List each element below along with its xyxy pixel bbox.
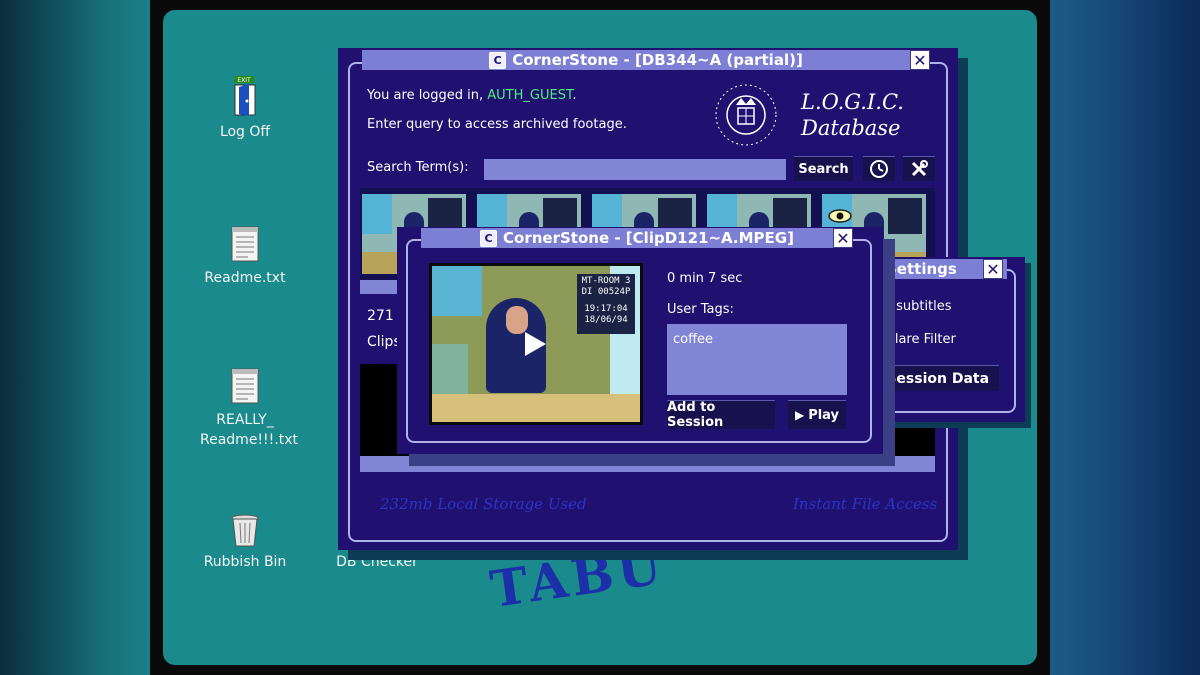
username: AUTH_GUEST xyxy=(487,88,573,103)
clip-window: C CornerStone - [ClipD121~A.MPEG] ✕ MT-R… xyxy=(397,227,883,454)
desktop-icon-label: DB Checker xyxy=(336,554,418,570)
video-wall xyxy=(432,344,468,396)
desktop-icon-label: Rubbish Bin xyxy=(203,554,287,570)
desktop-icon-really-readme[interactable]: REALLY_ Readme!!!.txt xyxy=(190,366,300,450)
cornerstone-logo-icon: C xyxy=(480,229,498,247)
settings-option-antiglare[interactable]: i-Glare Filter xyxy=(876,332,956,347)
access-status: Instant File Access xyxy=(793,495,938,513)
play-button-label: Play xyxy=(808,407,840,423)
desktop-icon-label: Readme.txt xyxy=(204,270,286,286)
play-icon: ▶ xyxy=(794,408,805,422)
settings-close-button[interactable]: ✕ xyxy=(983,259,1003,279)
video-preview[interactable]: MT-ROOM 3 DI 00524P 19:17:04 18/06/94 xyxy=(429,263,643,425)
clip-window-titlebar[interactable]: C CornerStone - [ClipD121~A.MPEG] xyxy=(421,228,853,248)
play-overlay-icon[interactable] xyxy=(522,330,548,358)
clip-list-bar xyxy=(360,456,935,472)
desktop-icon-log-off[interactable]: EXIT Log Off xyxy=(190,74,300,142)
video-date-label: 18/06/94 xyxy=(584,315,628,325)
search-label: Search Term(s): xyxy=(367,160,469,175)
logo-subtitle: Database xyxy=(801,116,901,140)
video-time-label: 19:17:04 xyxy=(584,304,628,314)
video-table xyxy=(432,394,640,422)
eye-icon xyxy=(828,209,852,223)
login-status: You are logged in, AUTH_GUEST. xyxy=(367,88,576,103)
cornerstone-logo-icon: C xyxy=(489,51,507,69)
search-input[interactable] xyxy=(484,159,786,180)
clock-icon xyxy=(870,160,888,178)
user-tags-label: User Tags: xyxy=(667,302,734,317)
clip-window-title: CornerStone - [ClipD121~A.MPEG] xyxy=(503,229,794,247)
main-window-titlebar[interactable]: C CornerStone - [DB344~A (partial)] xyxy=(362,50,930,70)
instruction-text: Enter query to access archived footage. xyxy=(367,117,627,132)
video-room-label: MT-ROOM 3 xyxy=(581,276,631,286)
login-prefix: You are logged in, xyxy=(367,88,488,103)
desktop-icon-db-checker[interactable]: DB Checker xyxy=(322,552,432,572)
video-timestamp-overlay: MT-ROOM 3 DI 00524P 19:17:04 18/06/94 xyxy=(577,274,635,334)
desktop-icon-rubbish-bin[interactable]: Rubbish Bin xyxy=(190,512,300,572)
history-button[interactable] xyxy=(863,156,895,181)
settings-title: Settings xyxy=(886,260,957,278)
trash-bin-icon xyxy=(231,514,259,547)
text-file-icon xyxy=(231,368,259,404)
storage-status: 232mb Local Storage Used xyxy=(380,495,587,513)
settings-option-subtitles[interactable]: eo subtitles xyxy=(876,299,952,314)
exit-door-icon: EXIT xyxy=(234,76,256,116)
clips-label: Clips xyxy=(367,334,401,350)
clip-window-close-button[interactable]: ✕ xyxy=(833,228,853,248)
play-button[interactable]: ▶ Play xyxy=(788,400,846,429)
tools-button[interactable] xyxy=(903,156,935,181)
tools-icon xyxy=(911,160,928,177)
logo-title: L.O.G.I.C. xyxy=(801,90,904,114)
left-backdrop xyxy=(0,0,150,675)
right-backdrop xyxy=(1050,0,1200,675)
settings-window: Settings ✕ eo subtitles i-Glare Filter e… xyxy=(858,257,1025,422)
user-tags-input[interactable]: coffee xyxy=(667,324,847,395)
search-button[interactable]: Search xyxy=(794,156,853,181)
main-window-close-button[interactable]: ✕ xyxy=(910,50,930,70)
clip-duration: 0 min 7 sec xyxy=(667,271,743,286)
svg-text:EXIT: EXIT xyxy=(237,77,251,84)
video-id-label: DI 00524P xyxy=(581,287,631,297)
text-file-icon xyxy=(231,226,259,262)
desktop-icon-label: REALLY_ Readme!!!.txt xyxy=(200,412,298,448)
constabulary-seal-icon xyxy=(715,84,777,146)
add-to-session-button[interactable]: Add to Session xyxy=(667,400,775,430)
video-window-pane xyxy=(432,266,482,316)
desktop-icon-readme[interactable]: Readme.txt xyxy=(190,224,300,288)
logic-database-logo: L.O.G.I.C. Database xyxy=(801,89,904,141)
login-suffix: . xyxy=(572,88,577,103)
main-window-title: CornerStone - [DB344~A (partial)] xyxy=(512,51,803,69)
desktop-icon-label: Log Off xyxy=(219,124,271,140)
